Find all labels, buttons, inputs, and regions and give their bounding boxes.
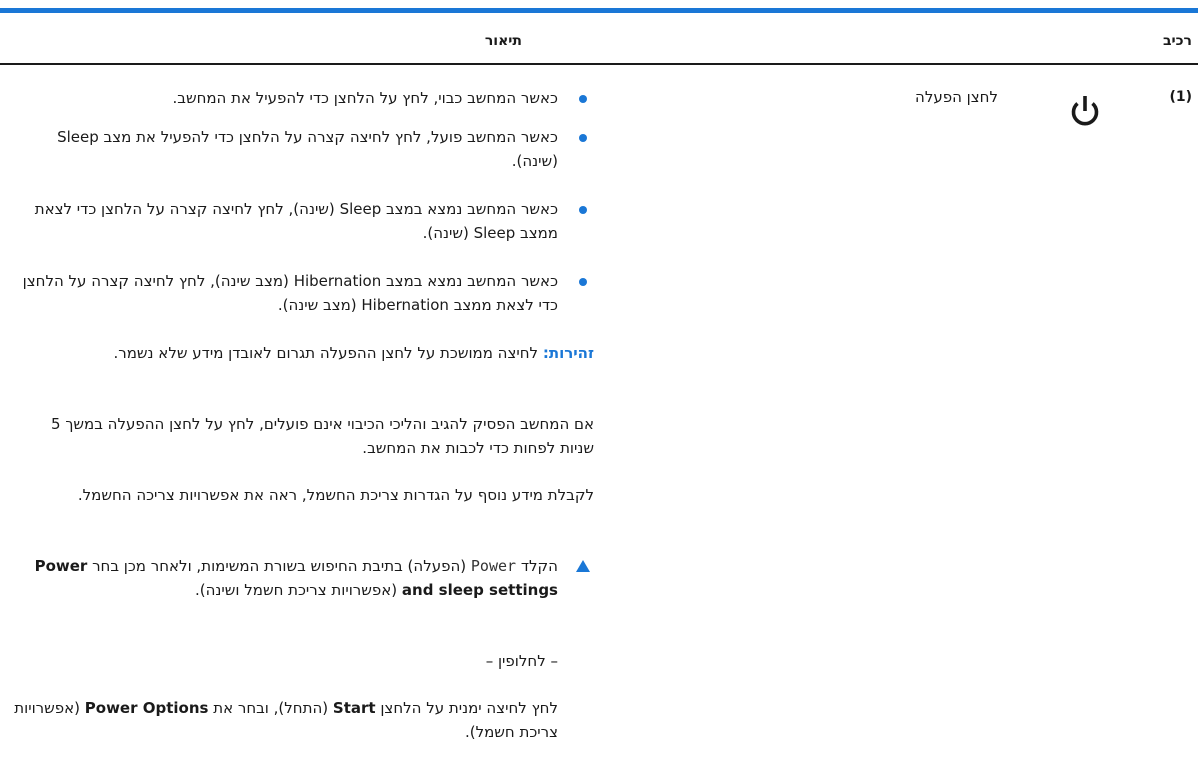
header-description: תיאור: [484, 33, 522, 49]
row-number: (1): [1169, 89, 1192, 105]
bullet-dot: [579, 278, 587, 286]
start-button-name: Start: [332, 699, 376, 717]
header-rule: [0, 63, 1198, 65]
bullet-dot: [579, 95, 587, 103]
bullet-item: כאשר המחשב נמצא במצב Sleep (שינה), לחץ ל…: [34, 200, 558, 242]
step-text: (הפעלה) בתיבת החיפוש בשורת המשימות, ולאח…: [87, 557, 471, 575]
power-icon: [1071, 96, 1099, 126]
bullet-dot: [579, 206, 587, 214]
step-code: Power: [470, 557, 517, 575]
step-triangle-icon: [576, 560, 590, 572]
alt-step-item: לחץ לחיצה ימנית על הלחצן Start (התחל), ו…: [14, 696, 558, 744]
warning-label: זהירות:: [542, 344, 594, 362]
bullet-item: כאשר המחשב פועל, לחץ לחיצה קצרה על הלחצן…: [57, 128, 558, 170]
header-component: רכיב: [1162, 33, 1192, 49]
step-item: הקלד Power (הפעלה) בתיבת החיפוש בשורת המ…: [14, 554, 558, 602]
bullet-item: כאשר המחשב נמצא במצב Hibernation (מצב שי…: [22, 272, 558, 314]
warning-text: לחיצה ממושכת על לחצן ההפעלה תגרום לאובדן…: [113, 344, 539, 362]
bullet-item: כאשר המחשב כבוי, לחץ על הלחצן כדי להפעיל…: [172, 89, 559, 107]
power-options-name: Power Options: [84, 699, 209, 717]
bullet-dot: [579, 134, 587, 142]
step-text: הקלד: [516, 557, 558, 575]
alternative-label: – לחלופין –: [485, 652, 558, 670]
top-rule: [0, 8, 1198, 13]
warning-note: זהירות: לחיצה ממושכת על לחצן ההפעלה תגרו…: [34, 341, 594, 365]
alt-step-text: (התחל), ובחר את: [208, 699, 333, 717]
step-text: (אפשרויות צריכת חשמל ושינה).: [194, 581, 402, 599]
alt-step-text: לחץ לחיצה ימנית על הלחצן: [375, 699, 558, 717]
component-name: לחצן הפעלה: [915, 88, 998, 106]
info-paragraph: לקבלת מידע נוסף על הגדרות צריכת החשמל, ר…: [77, 486, 594, 504]
document-page: רכיב תיאור (1) לחצן הפעלה כאשר המחשב כבו…: [0, 0, 1198, 761]
shutdown-paragraph: אם המחשב הפסיק להגיב והליכי הכיבוי אינם …: [51, 415, 594, 457]
